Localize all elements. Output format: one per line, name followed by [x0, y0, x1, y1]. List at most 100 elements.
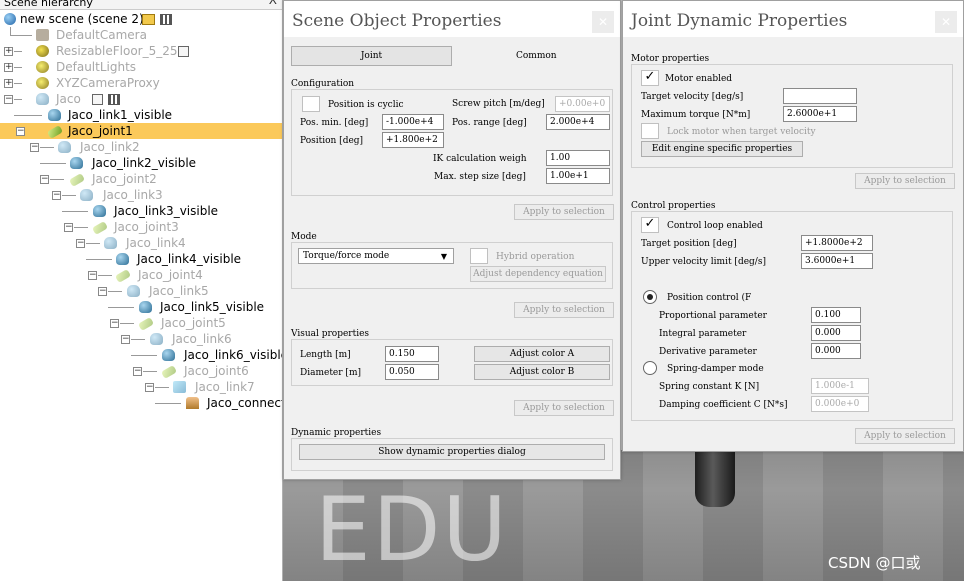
- pos-range-input[interactable]: 2.000e+4: [546, 114, 610, 130]
- control-loop-checkbox[interactable]: ✓: [641, 217, 659, 233]
- tree-row-jaco-link1-visible[interactable]: Jaco_link1_visible: [0, 107, 282, 123]
- max-torque-input[interactable]: 2.6000e+1: [783, 106, 857, 122]
- position-control-radio[interactable]: [643, 290, 657, 304]
- integral-input[interactable]: 0.000: [811, 325, 861, 341]
- damping-input[interactable]: 0.000e+0: [811, 396, 869, 412]
- expand-icon[interactable]: +: [4, 63, 13, 72]
- apply-config-button[interactable]: Apply to selection: [514, 204, 614, 220]
- collapse-icon[interactable]: −: [40, 175, 49, 184]
- max-torque-label: Maximum torque [N*m]: [641, 110, 751, 120]
- collapse-icon[interactable]: −: [30, 143, 39, 152]
- position-input[interactable]: +1.800e+2: [382, 132, 444, 148]
- adjust-color-b-button[interactable]: Adjust color B: [474, 364, 610, 380]
- tree-row-defaultcamera[interactable]: DefaultCamera: [0, 27, 282, 43]
- tree-row-jaco-link3[interactable]: − Jaco_link3: [0, 187, 282, 203]
- tree-item-label: Jaco_joint1: [68, 124, 133, 138]
- tree-row-jaco-link4-visible[interactable]: Jaco_link4_visible: [0, 251, 282, 267]
- close-icon[interactable]: X: [269, 0, 277, 7]
- derivative-input[interactable]: 0.000: [811, 343, 861, 359]
- expand-icon[interactable]: +: [4, 79, 13, 88]
- joint-icon: [114, 269, 132, 283]
- apply-motor-button[interactable]: Apply to selection: [855, 173, 955, 189]
- edit-engine-properties-button[interactable]: Edit engine specific properties: [641, 141, 803, 157]
- tree-row-jaco-joint4[interactable]: − Jaco_joint4: [0, 267, 282, 283]
- tree-row-jaco-link4[interactable]: − Jaco_link4: [0, 235, 282, 251]
- target-velocity-input[interactable]: [783, 88, 857, 104]
- proportional-input[interactable]: 0.100: [811, 307, 861, 323]
- tree-row-jaco-link6[interactable]: − Jaco_link6: [0, 331, 282, 347]
- position-cyclic-checkbox[interactable]: [302, 96, 320, 112]
- tree-item-label: Jaco_link5: [149, 284, 209, 298]
- children-icon[interactable]: [160, 14, 172, 25]
- tab-joint[interactable]: Joint: [291, 46, 452, 66]
- tree-row-jaco-joint3[interactable]: − Jaco_joint3: [0, 219, 282, 235]
- tree-row-jaco-link7[interactable]: − Jaco_link7: [0, 379, 282, 395]
- tree-row-jaco-link3-visible[interactable]: Jaco_link3_visible: [0, 203, 282, 219]
- tree-row-jaco-joint1[interactable]: − Jaco_joint1: [0, 123, 282, 139]
- tree-row-jaco[interactable]: − Jaco: [0, 91, 282, 107]
- scene-label: new scene (scene 2): [20, 12, 144, 26]
- spring-constant-input[interactable]: 1.000e-1: [811, 378, 869, 394]
- doc-icon[interactable]: [178, 46, 189, 57]
- children-icon[interactable]: [108, 94, 120, 105]
- adjust-dependency-button[interactable]: Adjust dependency equation: [470, 266, 606, 282]
- motor-enabled-label: Motor enabled: [665, 74, 733, 84]
- tab-common[interactable]: Common: [516, 51, 557, 61]
- tree-row-jaco-link6-visible[interactable]: Jaco_link6_visible: [0, 347, 282, 363]
- joint-icon: [160, 365, 178, 379]
- tree-item-label: Jaco_joint5: [161, 316, 226, 330]
- target-position-input[interactable]: +1.8000e+2: [801, 235, 873, 251]
- max-step-input[interactable]: 1.00e+1: [546, 168, 610, 184]
- upper-velocity-label: Upper velocity limit [deg/s]: [641, 257, 766, 267]
- doc-icon[interactable]: [92, 94, 103, 105]
- tree-row-jaco-link5-visible[interactable]: Jaco_link5_visible: [0, 299, 282, 315]
- collapse-icon[interactable]: −: [145, 383, 154, 392]
- collapse-icon[interactable]: −: [98, 287, 107, 296]
- tree-row-jaco-link2[interactable]: − Jaco_link2: [0, 139, 282, 155]
- pos-min-input[interactable]: -1.000e+4: [382, 114, 444, 130]
- max-step-label: Max. step size [deg]: [434, 172, 526, 182]
- tree-row-jaco-link5[interactable]: − Jaco_link5: [0, 283, 282, 299]
- tree-row-jaco-link2-visible[interactable]: Jaco_link2_visible: [0, 155, 282, 171]
- apply-visual-button[interactable]: Apply to selection: [514, 400, 614, 416]
- collapse-icon[interactable]: −: [64, 223, 73, 232]
- apply-control-button[interactable]: Apply to selection: [855, 428, 955, 444]
- adjust-color-a-button[interactable]: Adjust color A: [474, 346, 610, 362]
- spring-damper-radio[interactable]: [643, 361, 657, 375]
- tree-row-jaco-joint6[interactable]: − Jaco_joint6: [0, 363, 282, 379]
- expand-icon[interactable]: +: [4, 47, 13, 56]
- mode-select[interactable]: Torque/force mode ▼: [298, 248, 454, 264]
- tree-row-jaco-connect[interactable]: Jaco_connect: [0, 395, 282, 411]
- collapse-icon[interactable]: −: [76, 239, 85, 248]
- tree-row-resizablefloor[interactable]: + ResizableFloor_5_25: [0, 43, 282, 59]
- tree-row-xyzcameraproxy[interactable]: + XYZCameraProxy: [0, 75, 282, 91]
- ik-weight-input[interactable]: 1.00: [546, 150, 610, 166]
- collapse-icon[interactable]: −: [4, 95, 13, 104]
- screw-pitch-input[interactable]: +0.00e+0: [555, 96, 610, 112]
- tree-row-scene[interactable]: new scene (scene 2): [0, 11, 282, 27]
- close-icon[interactable]: ✕: [592, 11, 614, 33]
- lock-motor-checkbox[interactable]: [641, 123, 659, 139]
- hybrid-checkbox[interactable]: [470, 248, 488, 264]
- collapse-icon[interactable]: −: [88, 271, 97, 280]
- upper-velocity-input[interactable]: 3.6000e+1: [801, 253, 873, 269]
- tree-row-defaultlights[interactable]: + DefaultLights: [0, 59, 282, 75]
- collapse-icon[interactable]: −: [16, 127, 25, 136]
- apply-mode-button[interactable]: Apply to selection: [514, 302, 614, 318]
- tree-row-jaco-joint2[interactable]: − Jaco_joint2: [0, 171, 282, 187]
- collapse-icon[interactable]: −: [121, 335, 130, 344]
- diameter-input[interactable]: 0.050: [385, 364, 439, 380]
- shape-icon: [150, 333, 163, 345]
- motor-enabled-checkbox[interactable]: ✓: [641, 70, 659, 86]
- length-label: Length [m]: [300, 350, 351, 360]
- length-input[interactable]: 0.150: [385, 346, 439, 362]
- collapse-icon[interactable]: −: [133, 367, 142, 376]
- show-dynamic-properties-button[interactable]: Show dynamic properties dialog: [299, 444, 605, 460]
- pos-range-label: Pos. range [deg]: [452, 118, 527, 128]
- close-icon[interactable]: ✕: [935, 11, 957, 33]
- collapse-icon[interactable]: −: [110, 319, 119, 328]
- script-icon[interactable]: [142, 14, 155, 25]
- collapse-icon[interactable]: −: [52, 191, 61, 200]
- mode-select-value: Torque/force mode: [303, 251, 390, 261]
- tree-row-jaco-joint5[interactable]: − Jaco_joint5: [0, 315, 282, 331]
